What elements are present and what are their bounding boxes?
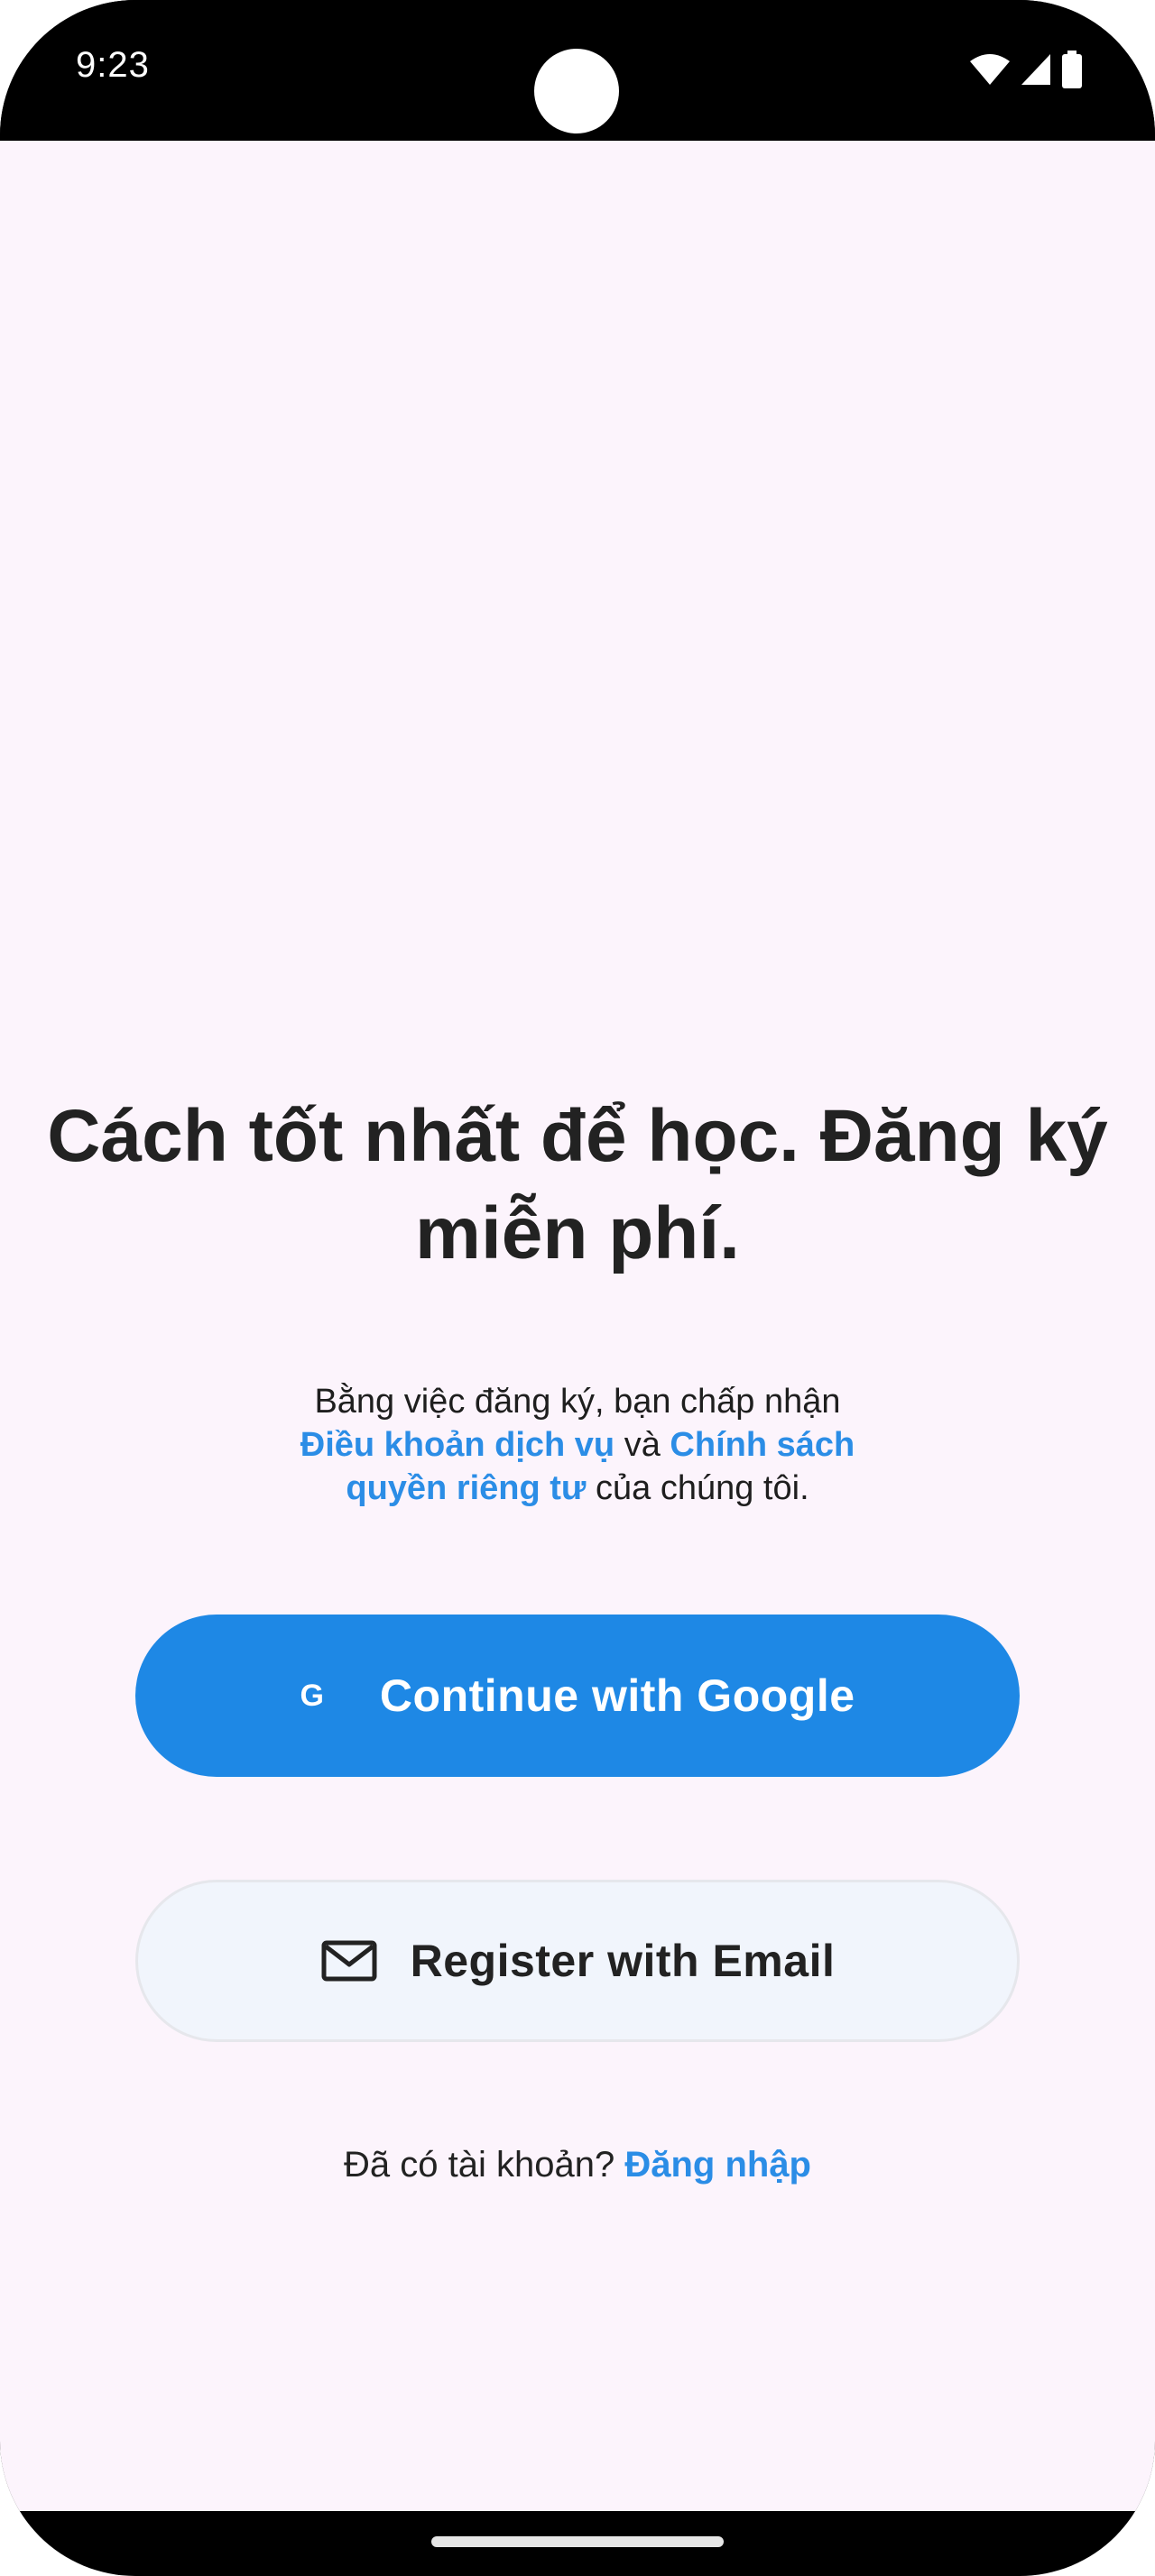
mail-icon [321,1940,377,1982]
terms-suffix: của chúng tôi. [596,1469,809,1507]
google-icon: G [300,1679,324,1713]
terms-of-service-link[interactable]: Điều khoản dịch vụ [300,1426,614,1464]
status-bar: 9:23 [0,0,1155,141]
terms-prefix: Bằng việc đăng ký, bạn chấp nhận [314,1383,841,1421]
email-button-label: Register with Email [410,1936,836,1986]
signin-question: Đã có tài khoản? [344,2145,615,2185]
wifi-icon [970,54,1010,85]
terms-notice: Bằng việc đăng ký, bạn chấp nhận Điều kh… [271,1380,884,1510]
status-time: 9:23 [76,45,150,85]
signin-link[interactable]: Đăng nhập [624,2145,811,2185]
register-with-email-button[interactable]: Register with Email [135,1880,1020,2042]
terms-connector: và [624,1426,661,1464]
cellular-signal-icon [1021,54,1050,85]
google-button-label: Continue with Google [379,1670,855,1721]
page-title: Cách tốt nhất để học. Đăng ký miễn phí. [47,1095,1108,1274]
status-icons [969,51,1083,88]
front-camera [534,49,619,133]
signin-prompt: Đã có tài khoản? Đăng nhập [0,2145,1155,2185]
signup-screen: Cách tốt nhất để học. Đăng ký miễn phí. … [0,141,1155,2511]
continue-with-google-button[interactable]: G Continue with Google [135,1615,1020,1777]
battery-icon [1062,51,1082,88]
home-indicator[interactable] [431,2536,724,2547]
phone-frame: 9:23 Cách tốt nhất để học. Đăng ký miễn … [0,0,1155,2576]
